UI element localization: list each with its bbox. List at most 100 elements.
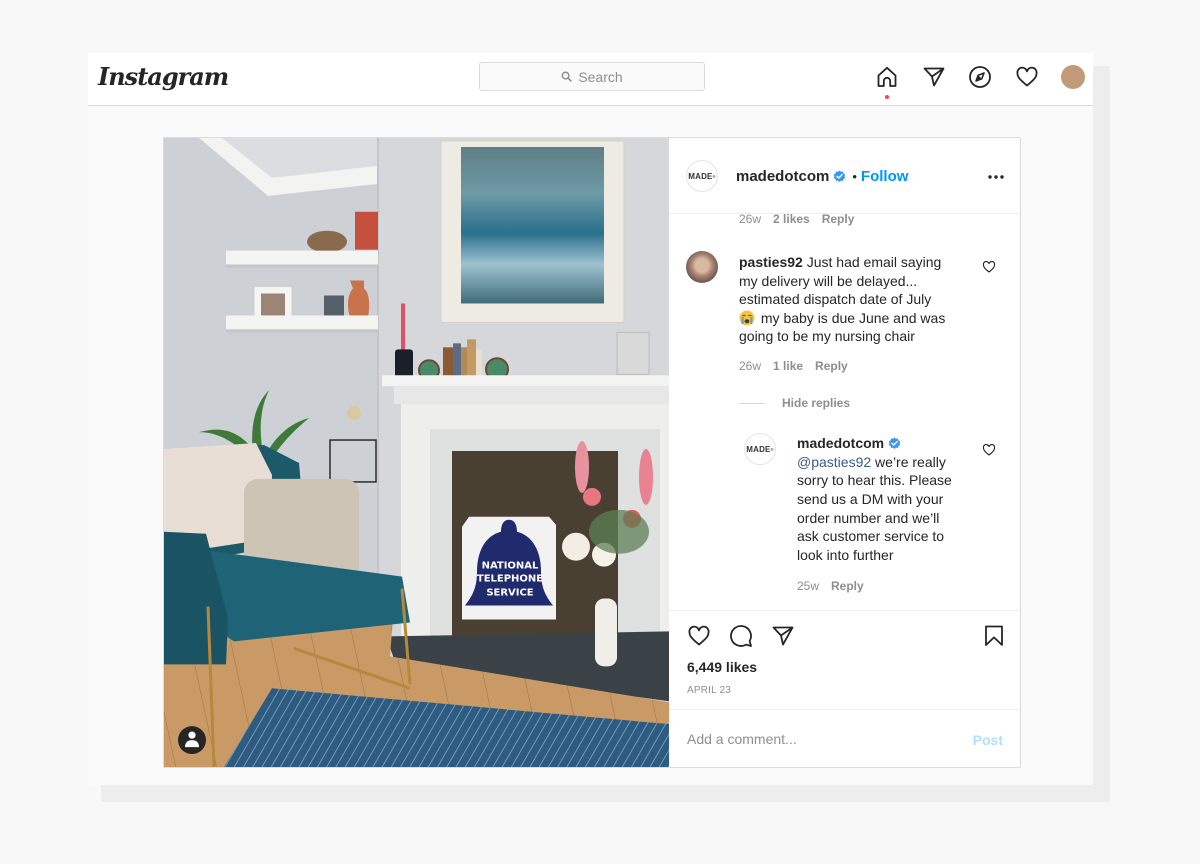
- avatar-mark: ®: [770, 446, 774, 452]
- flower-vase: [595, 598, 617, 667]
- reply-link[interactable]: Reply: [831, 579, 864, 593]
- reply-account-avatar[interactable]: MADE ®: [744, 433, 776, 465]
- save-button[interactable]: [982, 624, 1006, 648]
- post-details-panel: MADE ® madedotcom • Follow 26w 2 likes R…: [669, 138, 1020, 767]
- decorative-basket: [307, 230, 347, 253]
- snapdragon: [639, 449, 653, 505]
- commenter-avatar[interactable]: [686, 251, 718, 283]
- reply-link[interactable]: Reply: [815, 359, 848, 373]
- hide-replies-label: Hide replies: [782, 396, 851, 410]
- bookmark-icon: [985, 625, 1003, 646]
- foliage: [589, 509, 649, 554]
- lower-shelf-shadow: [226, 329, 378, 333]
- comment-body: pasties92 Just had email saying my deliv…: [739, 253, 947, 346]
- crying-emoji: [739, 310, 755, 326]
- reply-username[interactable]: madedotcom: [797, 434, 884, 453]
- explore-button[interactable]: [968, 65, 992, 89]
- book: [461, 347, 467, 380]
- comment-time: 26w: [739, 359, 762, 373]
- post-date: APRIL 23: [687, 685, 732, 696]
- book: [467, 339, 476, 380]
- home-button[interactable]: [875, 65, 899, 89]
- heart-icon: [688, 625, 710, 646]
- browser-window: Instagram Search NATIONAL TELEPHONE SERV…: [88, 53, 1093, 785]
- separator-dot: •: [852, 168, 857, 184]
- notification-dot: [885, 95, 889, 99]
- home-icon: [877, 66, 897, 87]
- hide-replies-button[interactable]: Hide replies: [739, 396, 850, 410]
- seascape-painting: [461, 146, 604, 304]
- activity-heart-icon: [1016, 66, 1038, 87]
- commenter-username[interactable]: pasties92: [739, 254, 803, 270]
- like-post-button[interactable]: [687, 624, 711, 648]
- top-nav-bar: Instagram Search: [88, 53, 1093, 106]
- account-avatar[interactable]: MADE ®: [686, 160, 718, 192]
- bulb-lamp: [347, 406, 361, 421]
- reply-time: 25w: [797, 579, 820, 593]
- profile-avatar[interactable]: [1061, 65, 1085, 89]
- comment-likes-link[interactable]: 2 likes: [773, 214, 810, 226]
- post-header: MADE ® madedotcom • Follow: [669, 138, 1020, 214]
- comment-button[interactable]: [729, 624, 753, 648]
- add-comment-input[interactable]: [687, 725, 957, 753]
- reply-link[interactable]: Reply: [822, 214, 855, 226]
- user-tag-button[interactable]: [178, 726, 206, 755]
- picture-frame-image: [261, 293, 285, 318]
- comments-list[interactable]: 26w 2 likes Reply pasties92 Just had ema…: [669, 214, 1020, 610]
- comment-time: 26w: [739, 214, 762, 226]
- reply-body: madedotcom @pasties92 we’re really sorry…: [797, 434, 958, 565]
- sign-text-line-1: NATIONAL: [482, 561, 539, 572]
- verified-badge-icon: [833, 169, 846, 183]
- snapdragon: [575, 441, 589, 493]
- direct-messages-button[interactable]: [922, 65, 946, 89]
- book: [443, 347, 453, 380]
- instagram-logo[interactable]: Instagram: [98, 61, 229, 93]
- reply-meta: 25w Reply: [797, 579, 864, 593]
- like-reply-button[interactable]: [982, 443, 996, 457]
- flower: [583, 487, 601, 506]
- mention-link[interactable]: @pasties92: [797, 454, 871, 470]
- comment-icon: [730, 625, 752, 647]
- heart-outline-icon: [982, 260, 996, 273]
- avatar-mark: ®: [712, 173, 716, 179]
- book: [453, 343, 461, 380]
- activity-button[interactable]: [1015, 65, 1039, 89]
- comment-text-continued: my baby is due June and was going to be …: [739, 309, 946, 345]
- likes-count[interactable]: 6,449 likes: [687, 658, 757, 676]
- mantel-molding: [394, 386, 669, 405]
- like-comment-button[interactable]: [982, 260, 996, 274]
- reply-text: we’re really sorry to hear this. Please …: [797, 453, 952, 564]
- add-comment-row: Post: [669, 709, 1020, 768]
- more-options-button[interactable]: [985, 166, 1007, 188]
- post-card: NATIONAL TELEPHONE SERVICE MADE ® madedo…: [163, 137, 1021, 768]
- follow-button[interactable]: Follow: [861, 168, 909, 185]
- comment-meta: 26w 1 like Reply: [739, 359, 848, 373]
- share-button[interactable]: [771, 624, 795, 648]
- avatar-text: MADE: [688, 171, 713, 181]
- avatar-text: MADE: [746, 444, 771, 454]
- comment-meta-partial: 26w 2 likes Reply: [739, 214, 854, 226]
- search-box[interactable]: Search: [479, 62, 705, 91]
- share-send-icon: [772, 626, 794, 646]
- post-actions: 6,449 likes APRIL 23 Post: [669, 610, 1020, 767]
- mantel-card: [616, 331, 650, 375]
- pink-candle: [401, 303, 405, 352]
- verified-badge-icon: [888, 437, 901, 450]
- search-icon: [561, 69, 573, 85]
- top-shelf-shadow: [226, 264, 378, 268]
- account-username[interactable]: madedotcom: [736, 168, 829, 185]
- direct-send-icon: [923, 67, 945, 87]
- search-placeholder: Search: [578, 68, 623, 85]
- post-photo[interactable]: NATIONAL TELEPHONE SERVICE: [164, 138, 669, 767]
- explore-compass-icon: [969, 66, 991, 88]
- sign-text-line-2: TELEPHONE: [477, 574, 543, 585]
- comment-likes-link[interactable]: 1 like: [773, 359, 803, 373]
- header-account-line: madedotcom • Follow: [736, 165, 908, 187]
- book: [476, 349, 482, 380]
- sign-text-line-3: SERVICE: [486, 588, 533, 599]
- post-comment-button[interactable]: Post: [973, 731, 1003, 749]
- heart-outline-icon: [982, 443, 996, 456]
- mantel-shelf: [382, 375, 669, 387]
- reply-author-line: madedotcom: [797, 434, 958, 453]
- poster-on-shelf: [355, 211, 378, 250]
